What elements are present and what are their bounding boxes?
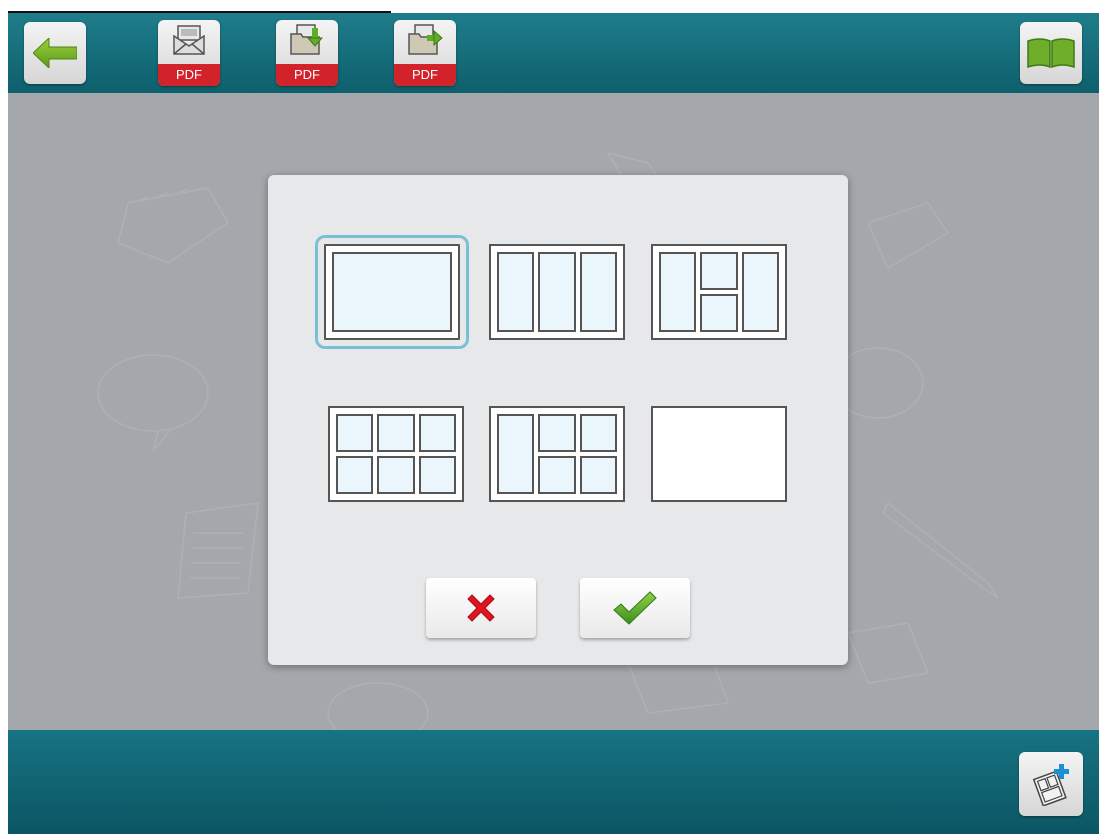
bottom-toolbar (8, 730, 1099, 834)
layout-picker-dialog (268, 175, 848, 665)
panel-cell (659, 252, 696, 332)
add-page-button[interactable] (1019, 752, 1083, 816)
book-button[interactable] (1020, 22, 1082, 84)
panel-cell (377, 414, 415, 452)
panel-cell (538, 252, 576, 332)
open-book-icon (1027, 38, 1075, 69)
pdf-email-label: PDF (158, 64, 220, 86)
panel-cell (336, 456, 373, 494)
pdf-save-label: PDF (276, 64, 338, 86)
panel-cell (497, 414, 534, 494)
layout-option-six-panel-grid[interactable] (328, 406, 464, 502)
panel-cell (497, 252, 534, 332)
pdf-email-button[interactable]: PDF (158, 20, 220, 86)
panel-cell (538, 414, 576, 452)
panel-cell (580, 414, 617, 452)
pdf-export-label: PDF (394, 64, 456, 86)
add-page-icon (1032, 764, 1069, 806)
layout-option-column-grid-column[interactable] (651, 244, 787, 340)
panel-cell (419, 456, 456, 494)
layout-option-column-plus-four-grid[interactable] (489, 406, 625, 502)
panel-cell (580, 456, 617, 494)
panel-cell (332, 252, 452, 332)
pdf-save-folder-icon (290, 24, 324, 55)
panel-cell (336, 414, 373, 452)
pdf-export-button[interactable]: PDF (394, 20, 456, 86)
layout-option-three-columns[interactable] (489, 244, 625, 340)
pdf-save-button[interactable]: PDF (276, 20, 338, 86)
confirm-button[interactable] (580, 578, 690, 638)
layout-option-blank[interactable] (651, 406, 787, 502)
pdf-email-icon (173, 25, 205, 55)
panel-cell (538, 456, 576, 494)
panel-cell (580, 252, 617, 332)
panel-cell (742, 252, 779, 332)
green-check-icon (613, 591, 657, 625)
pdf-export-folder-icon (408, 24, 443, 55)
panel-cell (419, 414, 456, 452)
back-button[interactable] (24, 22, 86, 84)
panel-cell (700, 252, 738, 290)
red-x-icon (467, 594, 495, 622)
panel-cell (700, 294, 738, 332)
top-toolbar: PDF PDF PDF (8, 13, 1099, 93)
cancel-button[interactable] (426, 578, 536, 638)
back-arrow-icon (33, 38, 77, 68)
panel-cell (377, 456, 415, 494)
layout-option-single-panel[interactable] (315, 235, 469, 349)
